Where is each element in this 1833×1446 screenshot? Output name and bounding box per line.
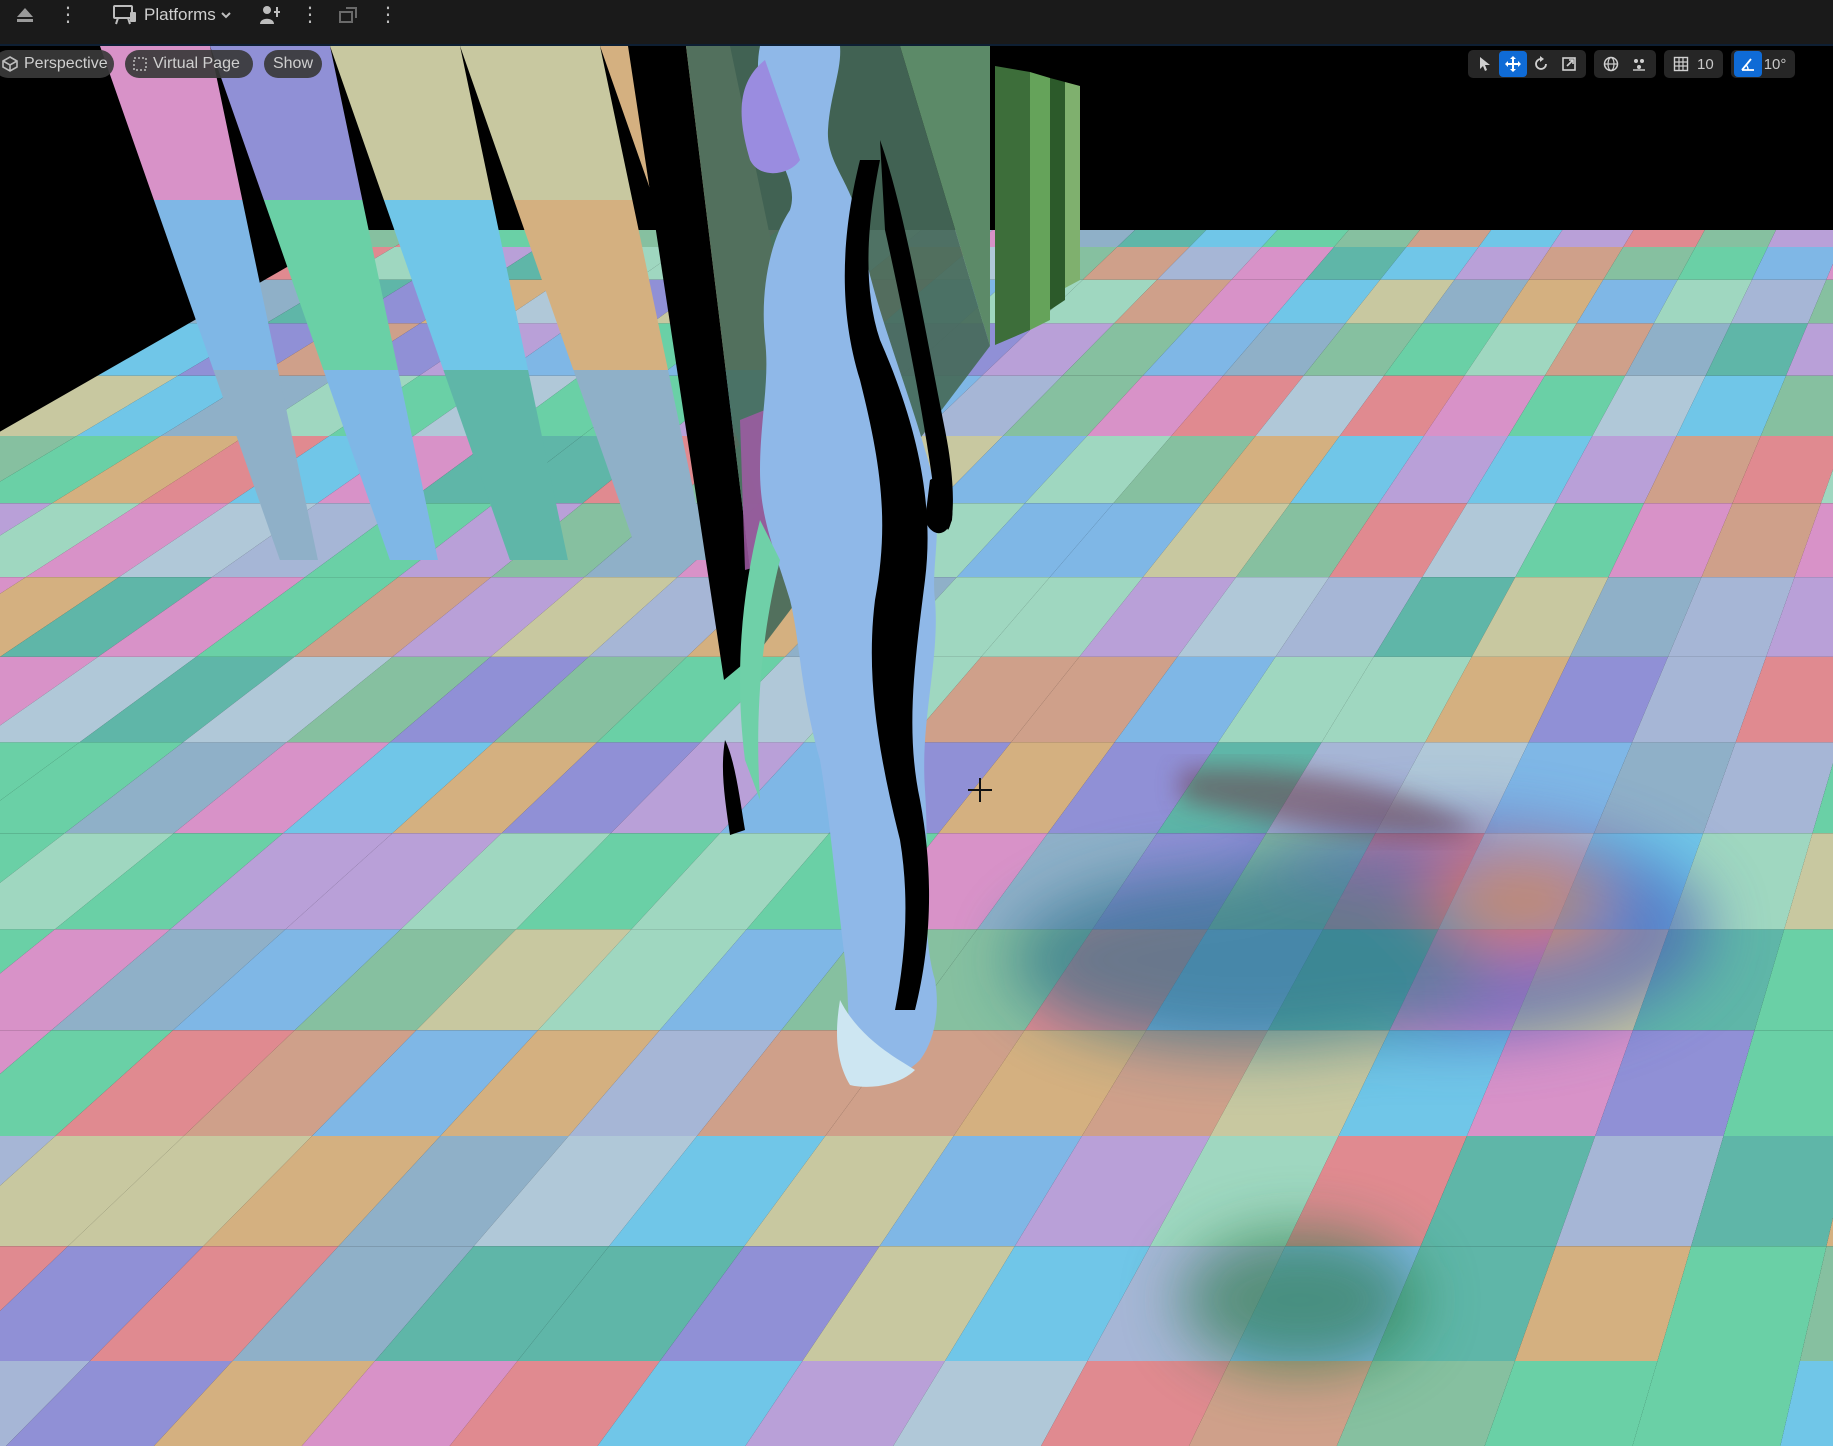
user-icon[interactable] (258, 0, 284, 30)
grid-snap-group: 10 (1664, 50, 1723, 78)
coordinate-tools (1594, 50, 1656, 78)
chevron-down-icon (220, 10, 232, 20)
surface-snap-icon (1633, 59, 1645, 71)
grid-snap-button[interactable] (1667, 51, 1695, 77)
translate-tool-button[interactable] (1499, 51, 1527, 77)
crosshair-icon (968, 778, 992, 802)
grid-icon (1673, 56, 1689, 72)
snapshot-icon[interactable] (337, 0, 361, 30)
virtual-page-label: Virtual Page (153, 55, 240, 72)
editor-toolbar: ⋮ Platforms ⋮ ⋮ (0, 0, 1833, 46)
perspective-label: Perspective (24, 55, 108, 72)
more-options-icon[interactable]: ⋮ (378, 0, 398, 30)
platforms-button[interactable]: Platforms (112, 0, 232, 30)
platforms-label: Platforms (144, 5, 216, 24)
show-label: Show (272, 55, 314, 72)
more-options-icon[interactable]: ⋮ (300, 0, 320, 30)
surface-snap-button[interactable] (1625, 51, 1653, 77)
grid-snap-value[interactable]: 10 (1695, 56, 1720, 73)
rotation-snap-group: 10° (1730, 50, 1796, 78)
platforms-icon (112, 3, 138, 27)
scale-icon (1562, 57, 1576, 71)
select-tool-button[interactable] (1471, 51, 1499, 77)
grid-dots-icon (133, 57, 147, 71)
transform-tools (1468, 50, 1586, 78)
eject-icon[interactable] (14, 0, 36, 30)
transform-toolbar: 10 10° (1460, 50, 1796, 78)
rotate-icon (1535, 56, 1547, 70)
virtual-page-button[interactable]: Virtual Page (125, 50, 253, 78)
globe-icon (1603, 56, 1619, 72)
cube-icon (2, 56, 18, 72)
show-button[interactable]: Show (264, 50, 322, 78)
rotation-snap-value[interactable]: 10° (1762, 56, 1793, 73)
move-icon (1505, 56, 1521, 72)
angle-icon (1740, 58, 1754, 71)
scale-tool-button[interactable] (1555, 51, 1583, 77)
world-space-button[interactable] (1597, 51, 1625, 77)
more-options-icon[interactable]: ⋮ (58, 0, 78, 30)
rotation-snap-button[interactable] (1733, 51, 1762, 77)
level-viewport[interactable] (0, 46, 1833, 1446)
cursor-icon (1480, 57, 1490, 71)
scene-render (0, 46, 1833, 1446)
rotate-tool-button[interactable] (1527, 51, 1555, 77)
perspective-button[interactable]: Perspective (0, 50, 114, 78)
